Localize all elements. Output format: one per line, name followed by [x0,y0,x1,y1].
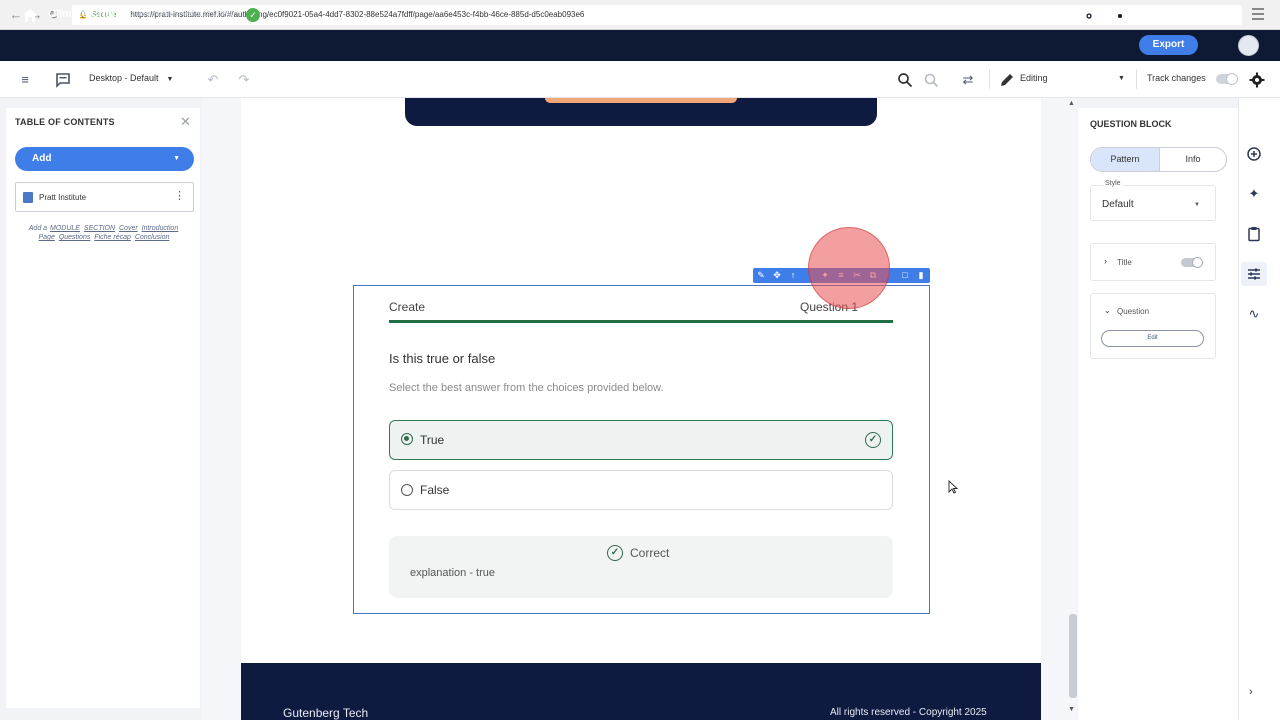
redo-icon[interactable]: ↷ [236,72,252,88]
scrollbar-thumb[interactable] [1069,614,1077,698]
answer-option-label: False [420,483,450,497]
document-title: Climate Change [48,8,132,20]
chevron-down-icon: ▼ [1194,202,1200,208]
move-icon[interactable]: ✥ [771,269,783,281]
search-icon[interactable] [897,72,913,88]
radio-selected-icon[interactable] [401,433,413,445]
title-toggle[interactable] [1181,257,1203,268]
answer-option-true[interactable] [389,420,893,460]
clipboard-icon[interactable] [1246,226,1262,242]
add-module-link[interactable]: MODULE [50,225,80,232]
more-options-icon[interactable]: ⋮ [174,190,185,202]
add-questions-link[interactable]: Questions [59,234,91,241]
comments-icon[interactable] [55,72,71,88]
footer-copyright: All rights reserved - Copyright 2025 [830,707,987,718]
undo-icon[interactable]: ↶ [205,72,221,88]
browser-menu-icon[interactable] [1252,8,1264,22]
edit-pencil-icon [1001,74,1013,86]
correct-check-icon: ✓ [607,545,623,561]
answer-option-false[interactable] [389,470,893,510]
home-icon[interactable] [22,8,38,23]
radio-unselected-icon[interactable] [401,484,413,496]
delete-icon[interactable]: ▮ [915,269,927,281]
add-button-label: Add [32,153,52,164]
style-value: Default [1102,199,1134,210]
device-view-select[interactable]: Desktop - Default ▼ [89,73,173,83]
scroll-up-icon[interactable]: ▲ [1068,100,1075,107]
style-label: Style [1103,180,1123,187]
arrow-up-icon[interactable]: ↑ [787,269,799,281]
settings-gear-icon[interactable] [1112,8,1128,24]
add-circle-icon[interactable] [1246,146,1262,162]
question-section-label: Question [1117,307,1150,316]
scroll-down-icon[interactable]: ▼ [1068,706,1075,713]
save-status: Automatically saved at 12:01 PM [131,11,233,18]
feedback-label: Correct [630,546,670,560]
mouse-cursor-icon [948,480,958,494]
chevron-down-icon: ▼ [166,76,174,83]
title-section-label: Title [1117,258,1132,267]
comment-icon[interactable]: □ [899,269,911,281]
add-cover-link[interactable]: Cover [119,225,138,232]
toc-add-hint: Add a MODULE SECTION Cover Introduction … [28,225,179,241]
answer-option-label: True [420,433,445,447]
question-tab-create: Create [389,300,426,314]
user-avatar[interactable] [1238,35,1259,56]
export-button[interactable]: Export [1139,35,1198,55]
question-progress-bar [389,320,893,323]
track-changes-label: Track changes [1147,73,1206,83]
editing-mode-select[interactable]: Editing [1020,73,1128,83]
chevron-right-icon[interactable]: › [1249,686,1253,698]
add-page-link[interactable]: Page [39,234,55,241]
correct-check-icon: ✓ [865,432,881,448]
tune-settings-icon[interactable] [1246,266,1262,282]
question-title: Is this true or false [389,351,496,366]
track-changes-toggle[interactable] [1216,73,1238,85]
add-button[interactable]: Add ▼ [15,147,194,171]
outline-list-icon[interactable]: ≡ [17,72,33,88]
add-fiche-recap-link[interactable]: Fiche récap [94,234,131,241]
question-instructions: Select the best answer from the choices … [389,382,664,394]
question-section [1090,293,1216,359]
feedback-explanation: explanation - true [410,567,495,579]
chevron-right-icon[interactable]: › [1104,256,1107,266]
saved-check-icon: ✓ [246,8,260,22]
edit-pencil-icon[interactable]: ✎ [755,269,767,281]
add-section-link[interactable]: SECTION [84,225,115,232]
ai-sparkle-icon[interactable]: ✦ [1246,186,1262,202]
toc-item-label: Pratt Institute [39,193,87,202]
document-icon [23,192,33,203]
footer-brand: Gutenberg Tech [283,706,369,720]
app-header [0,30,1280,61]
add-user-icon[interactable] [1048,8,1064,24]
search-replace-icon[interactable] [923,72,939,88]
device-view-label: Desktop - Default [89,73,159,83]
preview-eye-icon[interactable] [1081,8,1097,24]
panel-title: QUESTION BLOCK [1090,119,1172,129]
add-conclusion-link[interactable]: Conclusion [135,234,170,241]
chevron-down-icon: ▼ [173,155,180,162]
close-icon[interactable]: ✕ [180,114,191,130]
sync-icon[interactable]: ⇄ [960,72,976,88]
notifications-bell-icon[interactable] [1209,8,1225,24]
settings-gear-icon[interactable] [1249,72,1265,88]
tab-pattern[interactable]: Pattern [1091,148,1159,171]
spellcheck-icon[interactable]: ∿ [1246,306,1262,322]
banner-button[interactable] [545,98,737,103]
toc-title: TABLE OF CONTENTS [15,117,115,127]
tab-info[interactable]: Info [1159,148,1226,171]
add-introduction-link[interactable]: Introduction [142,225,179,232]
chevron-down-icon: ▼ [1118,75,1125,82]
chevron-down-icon[interactable]: ⌄ [1104,306,1111,315]
edit-question-button[interactable]: Edit [1101,330,1204,347]
click-highlight [808,227,890,309]
